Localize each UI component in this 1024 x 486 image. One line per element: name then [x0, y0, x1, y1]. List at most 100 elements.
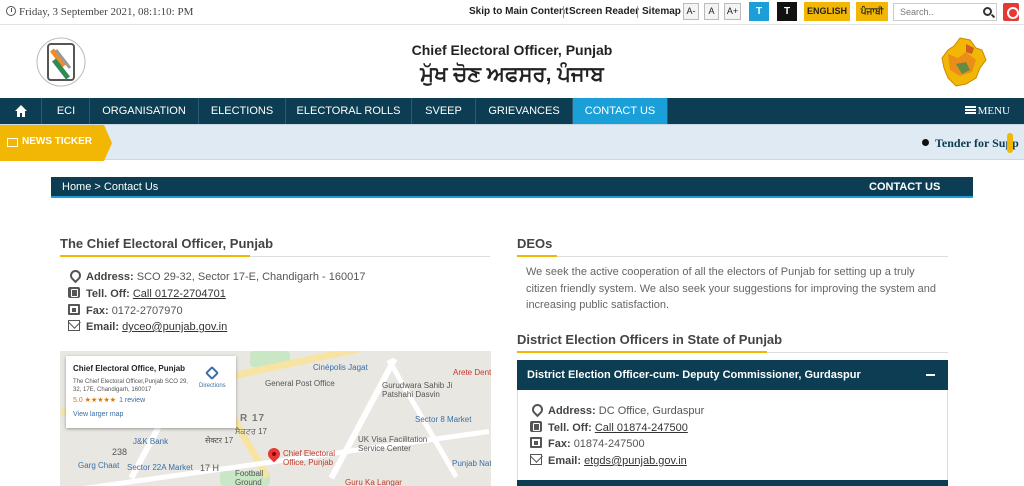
collapse-icon[interactable]: [926, 374, 935, 376]
divider: [637, 6, 638, 18]
font-increase-button[interactable]: A+: [724, 3, 741, 20]
scroll-to-top-handle[interactable]: [1007, 133, 1013, 153]
news-ticker: NEWS TICKER Tender for Supp: [0, 124, 1024, 161]
nav-organisation[interactable]: ORGANISATION: [90, 98, 199, 124]
email-link[interactable]: etgds@punjab.gov.in: [584, 455, 687, 467]
skip-to-main-link[interactable]: Skip to Main Content: [469, 6, 568, 17]
address-value: SCO 29-32, Sector 17-E, Chandigarh - 160…: [136, 271, 366, 283]
divider: [563, 6, 564, 18]
map-label: ਸੈਕਟਰ 17: [235, 427, 267, 436]
map-label: J&K Bank: [133, 437, 169, 446]
menu-label: MENU: [977, 105, 1010, 117]
ceo-telephone: Tell. Off: Call 0172-2704701: [68, 287, 226, 300]
sitemap-link[interactable]: Sitemap: [642, 6, 681, 17]
ceo-email: Email: dyceo@punjab.gov.in: [68, 320, 227, 333]
map-label: UK Visa Facilitation Service Center: [358, 435, 428, 453]
accordion-header-next[interactable]: [517, 480, 948, 486]
news-ticker-label: NEWS TICKER: [22, 136, 92, 147]
map-place-name: Chief Electoral Office, Punjab: [73, 364, 186, 373]
bullet-icon: [922, 139, 929, 146]
map-label: Cinépolis Jagat: [313, 363, 368, 372]
fax-label: Fax:: [548, 438, 571, 450]
location-pin-icon: [530, 404, 542, 415]
fax-value: 01874-247500: [573, 438, 645, 450]
deos-heading: DEOs: [517, 236, 948, 257]
address-label: Address:: [86, 271, 134, 283]
directions-icon[interactable]: [204, 365, 220, 381]
email-label: Email:: [548, 455, 582, 467]
theme-dark-button[interactable]: T: [777, 2, 797, 21]
theme-light-button[interactable]: T: [749, 2, 769, 21]
menu-toggle[interactable]: MENU: [964, 105, 1010, 117]
deo-address: Address: DC Office, Gurdaspur: [530, 404, 704, 417]
search-placeholder: Search..: [900, 7, 934, 17]
map-info-card: Chief Electoral Office, Punjab The Chief…: [66, 356, 236, 428]
nav-grievances[interactable]: GRIEVANCES: [476, 98, 573, 124]
nav-elections[interactable]: ELECTIONS: [199, 98, 286, 124]
punjabi-language-button[interactable]: ਪੰਜਾਬੀ: [856, 2, 888, 21]
mail-icon: [68, 320, 80, 331]
google-map[interactable]: Cinépolis Jagat General Post Office Guru…: [60, 351, 491, 486]
accordion-title: District Election Officer-cum- Deputy Co…: [527, 369, 861, 381]
fax-label: Fax:: [86, 305, 109, 317]
phone-icon: [68, 287, 80, 298]
ticker-news-item[interactable]: Tender for Supp: [922, 136, 1019, 151]
location-pin-icon: [68, 270, 80, 281]
site-title-english: Chief Electoral Officer, Punjab: [411, 42, 613, 58]
map-place-address: The Chief Electoral Officer,Punjab SCO 2…: [73, 379, 188, 393]
map-label: Arete Denta: [453, 368, 491, 377]
font-decrease-button[interactable]: A-: [683, 3, 699, 20]
tel-link[interactable]: Call 01874-247500: [595, 422, 688, 434]
ceo-address: Address: SCO 29-32, Sector 17-E, Chandig…: [68, 270, 365, 283]
nav-sveep[interactable]: SVEEP: [412, 98, 476, 124]
home-button[interactable]: [0, 98, 42, 124]
ceo-heading: The Chief Electoral Officer, Punjab: [60, 236, 490, 257]
punjab-map-icon: [941, 37, 987, 87]
email-label: Email:: [86, 321, 120, 333]
breadcrumb-path[interactable]: Home > Contact Us: [62, 181, 158, 193]
search-input[interactable]: Search..: [893, 3, 997, 21]
map-label: 238: [112, 447, 128, 457]
map-reviews-link[interactable]: 1 review: [119, 397, 145, 404]
deos-description: We seek the active cooperation of all th…: [526, 266, 937, 311]
fax-icon: [530, 437, 542, 448]
date-time: Friday, 3 September 2021, 08:1:10: PM: [6, 6, 193, 18]
fax-icon: [68, 304, 80, 315]
map-label: 17 H: [200, 463, 220, 473]
map-label: सेक्टर 17: [205, 436, 234, 445]
accordion-header-gurdaspur[interactable]: District Election Officer-cum- Deputy Co…: [517, 360, 948, 390]
font-normal-button[interactable]: A: [704, 3, 719, 20]
tel-label: Tell. Off:: [548, 422, 592, 434]
hamburger-icon: [964, 106, 976, 114]
map-label: Sector 8 Market: [415, 415, 472, 424]
mail-icon: [530, 454, 542, 465]
top-utility-bar: Friday, 3 September 2021, 08:1:10: PM Sk…: [0, 0, 1024, 25]
date-time-text: Friday, 3 September 2021, 08:1:10: PM: [19, 6, 194, 18]
nav-contact-us[interactable]: CONTACT US: [573, 98, 668, 124]
ceo-fax: Fax: 0172-2707970: [68, 304, 183, 317]
directions-link[interactable]: Directions: [199, 383, 226, 389]
map-rating-stars: 5.0 ★★★★★: [73, 397, 117, 404]
screen-reader-link[interactable]: Screen Reader: [569, 6, 639, 17]
email-link[interactable]: dyceo@punjab.gov.in: [122, 321, 227, 333]
search-icon[interactable]: [983, 7, 992, 16]
map-label: Football Ground: [235, 469, 264, 486]
power-icon[interactable]: [1003, 3, 1019, 21]
map-label: Sector 22A Market: [127, 463, 193, 472]
site-title-punjabi: ਮੁੱਖ ਚੋਣ ਅਫਸਰ, ਪੰਜਾਬ: [420, 63, 604, 86]
clock-icon: [6, 6, 16, 16]
deo-fax: Fax: 01874-247500: [530, 437, 645, 450]
tel-link[interactable]: Call 0172-2704701: [133, 288, 226, 300]
phone-icon: [530, 421, 542, 432]
address-value: DC Office, Gurdaspur: [598, 405, 705, 417]
english-language-button[interactable]: ENGLISH: [804, 2, 850, 21]
district-officers-heading: District Election Officers in State of P…: [517, 332, 948, 353]
nav-eci[interactable]: ECI: [43, 98, 90, 124]
page-title: CONTACT US: [869, 181, 941, 193]
map-marker-label: Chief Electoral Office, Punjab: [283, 449, 336, 467]
map-rating: 5.0 ★★★★★ 1 review: [73, 396, 145, 404]
view-larger-map-link[interactable]: View larger map: [73, 411, 123, 418]
breadcrumb: Home > Contact Us CONTACT US: [51, 177, 973, 198]
nav-electoral-rolls[interactable]: ELECTORAL ROLLS: [286, 98, 412, 124]
main-navigation: ECI ORGANISATION ELECTIONS ELECTORAL ROL…: [0, 98, 1024, 124]
